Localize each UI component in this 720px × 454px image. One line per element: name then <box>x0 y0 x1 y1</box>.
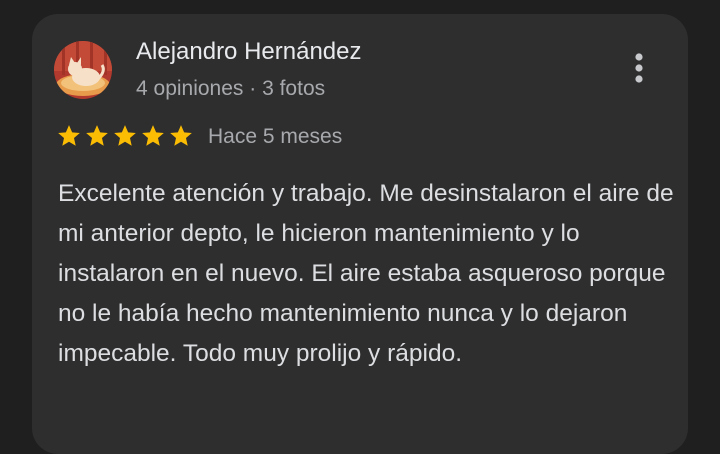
star-icon <box>140 123 166 149</box>
author-name[interactable]: Alejandro Hernández <box>136 38 361 66</box>
star-icon <box>56 123 82 149</box>
more-vert-icon[interactable] <box>624 50 654 90</box>
author-meta: 4 opiniones · 3 fotos <box>136 77 326 100</box>
review-date: Hace 5 meses <box>208 125 343 148</box>
star-icon <box>112 123 138 149</box>
review-text: Excelente atención y trabajo. Me desinst… <box>58 180 674 367</box>
star-icon <box>168 123 194 149</box>
star-rating <box>56 123 194 149</box>
author-avatar[interactable] <box>54 41 112 99</box>
review-card: Alejandro Hernández 4 opiniones · 3 foto… <box>32 14 688 454</box>
star-icon <box>84 123 110 149</box>
